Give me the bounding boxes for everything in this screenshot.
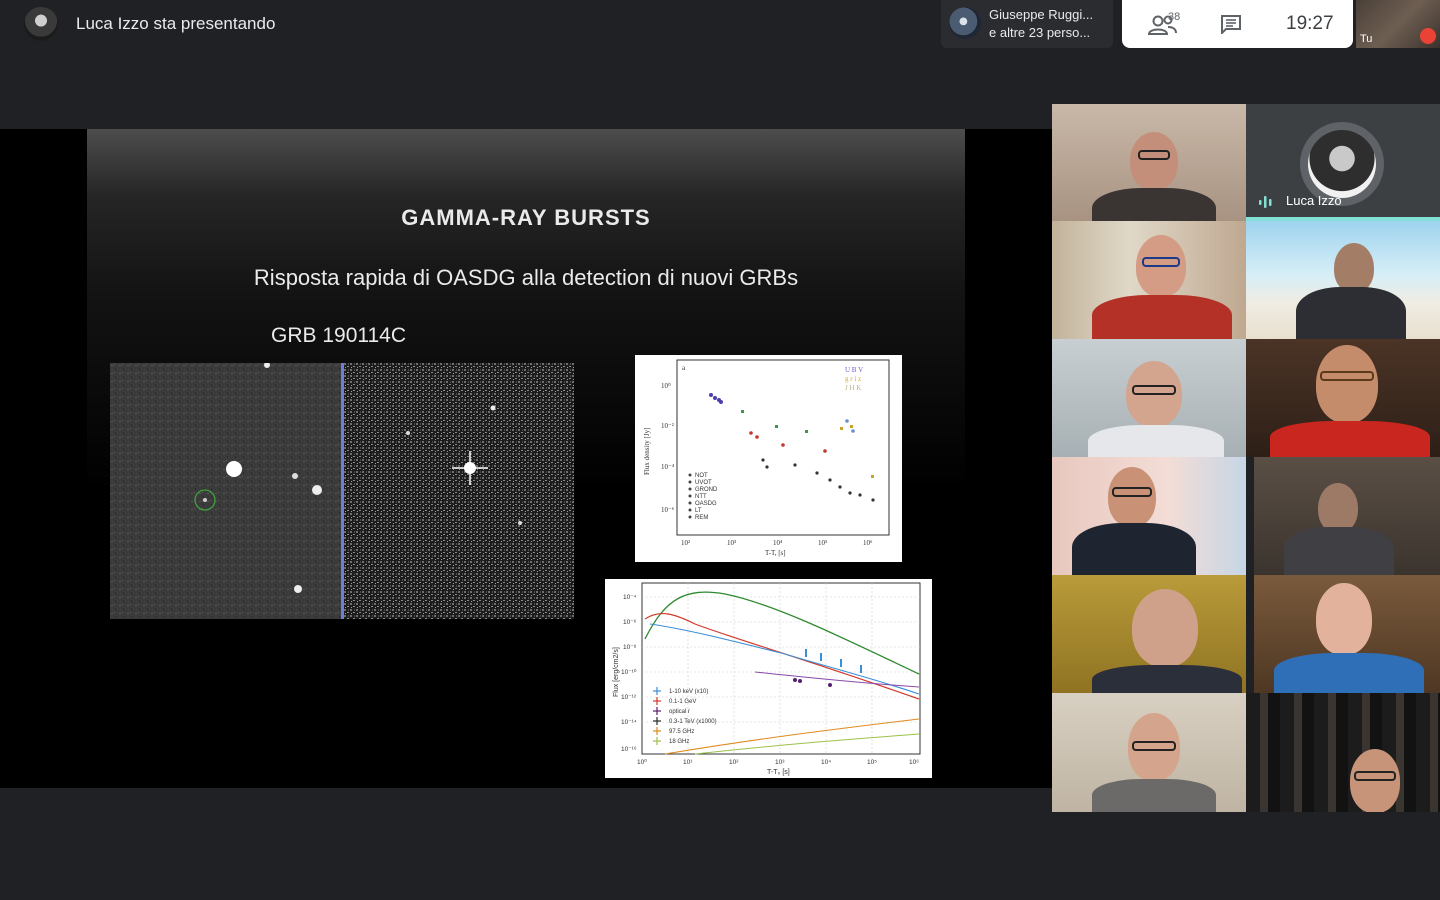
self-view-label: Tu xyxy=(1360,33,1373,45)
plot2-xticklabel: 10⁴ xyxy=(821,759,831,766)
plot1-xticklabel: 10⁶ xyxy=(863,539,873,547)
sky-images xyxy=(110,363,574,619)
participant-tile[interactable] xyxy=(1052,221,1246,339)
plot2-legend-item: 97.5 GHz xyxy=(669,729,694,735)
slide-title: GAMMA-RAY BURSTS xyxy=(401,205,651,230)
participants-chip-others: e altre 23 perso... xyxy=(989,25,1091,40)
plot1-ylabel: Flux density [Jy] xyxy=(643,428,651,475)
plot1-legend-item: GROND xyxy=(695,487,718,493)
plot1-xticklabel: 10² xyxy=(681,539,690,547)
light-curve-plot: a U B V g r i z J H K Flux density [Jy] … xyxy=(635,355,902,562)
plot2-yticklabel: 10⁻¹⁰ xyxy=(621,668,637,676)
self-view-tile[interactable]: Tu xyxy=(1356,0,1440,48)
participant-avatar xyxy=(949,7,981,39)
participant-tile[interactable] xyxy=(1052,104,1246,221)
plot1-xticklabel: 10³ xyxy=(727,539,736,547)
plot1-band-jhk: J H K xyxy=(845,384,861,392)
grb-name: GRB 190114C xyxy=(271,324,407,347)
plot1-legend-item: NTT xyxy=(695,494,707,500)
participants-chip-name: Giuseppe Ruggi... xyxy=(989,7,1094,22)
top-bar: Luca Izzo sta presentando Giuseppe Ruggi… xyxy=(0,0,1440,48)
plot2-xticklabel: 10⁶ xyxy=(909,759,919,766)
participant-tile[interactable] xyxy=(1246,693,1440,812)
plot1-band-griz: g r i z xyxy=(845,375,861,383)
plot2-ylabel: Flux [erg/cm2/s] xyxy=(613,647,620,697)
plot2-xticklabel: 10² xyxy=(729,759,739,766)
mic-off-icon xyxy=(1420,28,1436,44)
plot2-legend-marks xyxy=(653,687,661,745)
participant-tile[interactable] xyxy=(1052,693,1246,812)
participant-tile[interactable] xyxy=(1052,339,1246,457)
plot2-legend-item: 0.1-1 GeV xyxy=(669,699,696,705)
presenting-status: Luca Izzo sta presentando xyxy=(76,14,276,33)
plot2-yticklabel: 10⁻¹⁶ xyxy=(621,746,637,753)
participants-chip[interactable]: Giuseppe Ruggi... e altre 23 perso... xyxy=(941,0,1113,48)
plot2-yticklabel: 10⁻¹² xyxy=(621,694,637,701)
chat-icon[interactable] xyxy=(1220,14,1242,34)
participant-tile[interactable] xyxy=(1246,221,1440,339)
speaker-name: Luca Izzo xyxy=(1286,193,1342,208)
multiwavelength-plot: Flux [erg/cm2/s] T-T₀ [s] 10⁻⁴ 10⁻⁶ 10⁻⁸… xyxy=(605,579,932,778)
slide: GAMMA-RAY BURSTS Risposta rapida di OASD… xyxy=(87,129,965,788)
plot1-legend-item: NOT xyxy=(695,473,708,479)
plot2-xticklabel: 10³ xyxy=(775,759,785,766)
plot2-yticklabel: 10⁻⁴ xyxy=(623,594,637,601)
plot1-xticklabel: 10⁴ xyxy=(773,539,783,547)
participant-tile[interactable] xyxy=(1246,339,1440,457)
plot2-legend-item: optical r xyxy=(669,709,690,715)
plot1-yticklabel: 10⁻⁶ xyxy=(661,506,675,514)
plot1-legend-item: OASDG xyxy=(695,501,717,507)
presentation-stage: GAMMA-RAY BURSTS Risposta rapida di OASD… xyxy=(0,129,1052,788)
participant-tile[interactable] xyxy=(1052,457,1246,575)
plot2-yticklabel: 10⁻⁸ xyxy=(623,644,637,651)
plot2-legend-item: 1-10 keV (x10) xyxy=(669,689,708,695)
speaker-tile[interactable]: Luca Izzo xyxy=(1246,104,1440,221)
participant-tile[interactable] xyxy=(1254,575,1440,693)
plot2-yticklabel: 10⁻⁶ xyxy=(623,619,637,626)
plot1-xticklabel: 10⁵ xyxy=(818,539,828,547)
plot2-xticklabel: 10⁰ xyxy=(637,758,647,766)
plot1-yticklabel: 10⁰ xyxy=(661,382,671,390)
plot1-panel-letter: a xyxy=(682,364,686,372)
meeting-clock: 19:27 xyxy=(1286,13,1334,34)
plot2-xlabel: T-T₀ [s] xyxy=(767,769,790,776)
plot2-xticklabel: 10¹ xyxy=(683,759,693,766)
plot1-legend-item: LT xyxy=(695,508,702,514)
presenter-avatar xyxy=(24,7,58,41)
plot2-yticklabel: 10⁻¹⁴ xyxy=(621,719,637,726)
participant-count-badge: 38 xyxy=(1168,11,1181,23)
plot1-xlabel: T-T, [s] xyxy=(765,549,786,557)
participant-tile[interactable] xyxy=(1052,575,1246,693)
plot2-legend-item: 0.3-1 TeV (x1000) xyxy=(669,719,717,725)
plot2-legend-item: 18 GHz xyxy=(669,739,689,745)
meeting-controls: 38 19:27 xyxy=(1122,0,1353,48)
participant-grid: Luca Izzo xyxy=(1052,104,1440,812)
plot1-legend-item: REM xyxy=(695,515,708,521)
plot1-yticklabel: 10⁻⁴ xyxy=(661,463,675,471)
participant-tile[interactable] xyxy=(1254,457,1440,575)
plot2-xticklabel: 10⁵ xyxy=(867,759,877,766)
speaking-indicator-icon xyxy=(1259,196,1272,208)
plot1-band-uvb: U B V xyxy=(845,366,863,374)
plot1-yticklabel: 10⁻² xyxy=(661,422,674,430)
slide-subtitle: Risposta rapida di OASDG alla detection … xyxy=(253,265,799,290)
plot1-legend-item: UVOT xyxy=(695,480,712,486)
